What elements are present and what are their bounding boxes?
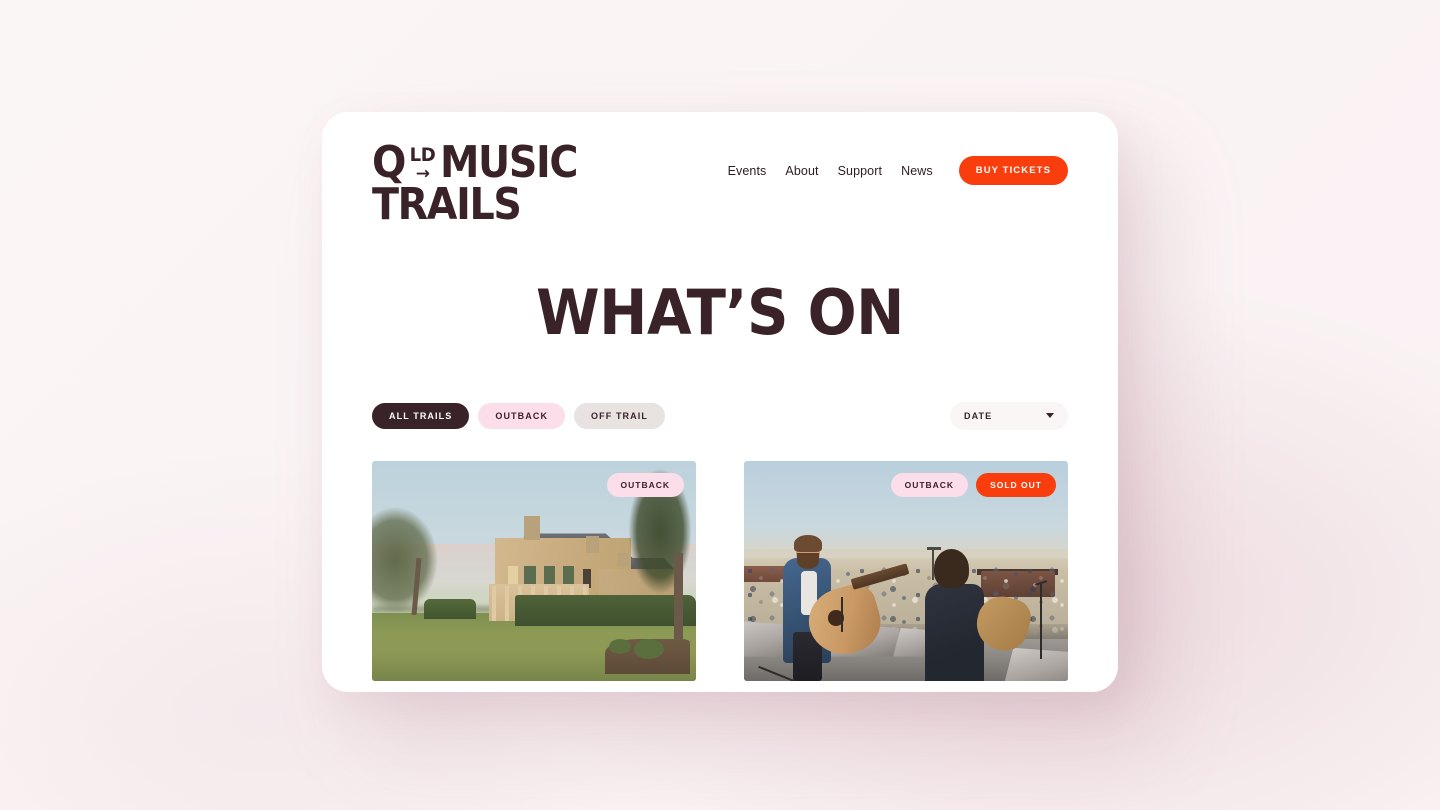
logo-letter-q: Q bbox=[372, 137, 406, 188]
badge-sold-out: SOLD OUT bbox=[976, 472, 1056, 497]
filter-bar: ALL TRAILS OUTBACK OFF TRAIL DATE bbox=[372, 401, 1068, 430]
event-card-opera-at-jimbour[interactable]: OUTBACK 6 – 8 JULY Opera at Jimbour bbox=[372, 460, 696, 692]
badge-outback: OUTBACK bbox=[606, 472, 684, 497]
site-header: Q LD → MUSIC TRAILS Events About Support… bbox=[372, 112, 1068, 230]
badge-group-card-two: OUTBACK SOLD OUT bbox=[890, 472, 1056, 497]
filter-chip-off-trail[interactable]: OFF TRAIL bbox=[574, 402, 665, 429]
event-image-birdsville-big[interactable]: OUTBACK SOLD OUT bbox=[744, 460, 1068, 681]
chevron-down-icon bbox=[1046, 413, 1054, 419]
event-image-opera-at-jimbour[interactable]: OUTBACK bbox=[372, 460, 696, 681]
nav-item-events[interactable]: Events bbox=[728, 164, 767, 178]
logo-word-trails: TRAILS bbox=[372, 179, 522, 230]
logo-word-music: MUSIC bbox=[440, 137, 578, 188]
page-title: WHAT’S ON bbox=[536, 275, 904, 349]
badge-outback: OUTBACK bbox=[890, 472, 969, 497]
nav-item-news[interactable]: News bbox=[901, 164, 933, 178]
logo-line-one: Q LD → MUSIC bbox=[372, 137, 593, 188]
nav-item-support[interactable]: Support bbox=[838, 164, 882, 178]
event-card-grid: OUTBACK 6 – 8 JULY Opera at Jimbour bbox=[372, 460, 1068, 692]
logo-ld-arrow-group: LD → bbox=[409, 146, 436, 183]
sort-dropdown-label: DATE bbox=[964, 410, 993, 421]
event-card-birdsville-big[interactable]: OUTBACK SOLD OUT 6 – 8 JULY Birdsville B… bbox=[744, 460, 1068, 692]
nav-item-about[interactable]: About bbox=[785, 164, 818, 178]
trail-filter-group: ALL TRAILS OUTBACK OFF TRAIL bbox=[372, 402, 665, 429]
main-navigation: Events About Support News BUY TICKETS bbox=[728, 144, 1068, 185]
site-logo[interactable]: Q LD → MUSIC TRAILS bbox=[372, 137, 593, 230]
page-background: Q LD → MUSIC TRAILS Events About Support… bbox=[0, 0, 1440, 810]
badge-group-card-one: OUTBACK bbox=[606, 472, 684, 497]
logo-superscript-ld: LD bbox=[410, 144, 436, 166]
filter-chip-outback[interactable]: OUTBACK bbox=[478, 402, 566, 429]
filter-chip-all-trails[interactable]: ALL TRAILS bbox=[372, 402, 470, 429]
buy-tickets-button[interactable]: BUY TICKETS bbox=[958, 156, 1068, 185]
sort-by-date-dropdown[interactable]: DATE bbox=[950, 401, 1068, 430]
site-panel: Q LD → MUSIC TRAILS Events About Support… bbox=[322, 112, 1118, 692]
